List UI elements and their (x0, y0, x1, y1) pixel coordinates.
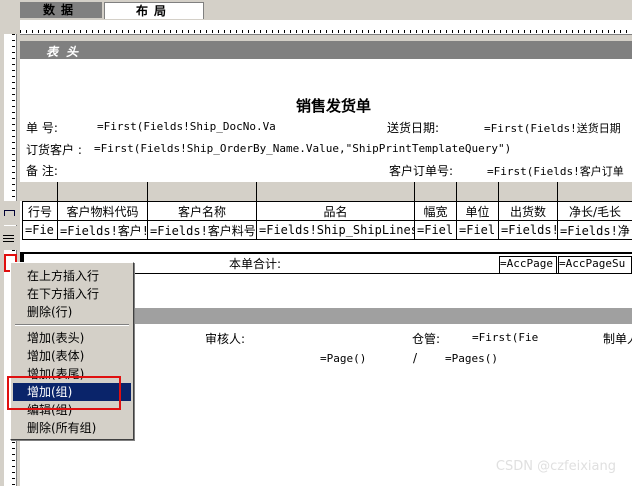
detail-cell[interactable]: =Fields!Ship_ShipLines (256, 220, 415, 240)
detail-cell[interactable]: =Fiel (456, 220, 499, 240)
header-cell[interactable]: 客户名称 (147, 201, 257, 221)
detail-cell[interactable]: =Fields! (498, 220, 558, 240)
customer-field[interactable]: =First(Fields!Ship_OrderBy_Name.Value,"S… (94, 142, 511, 155)
page-number-field[interactable]: =Page() (320, 352, 366, 365)
header-cell[interactable]: 单位 (456, 201, 499, 221)
header-cell[interactable]: 客户物料代码 (57, 201, 148, 221)
ship-date-field[interactable]: =First(Fields!送货日期 (484, 120, 632, 136)
horizontal-ruler (20, 20, 632, 35)
detail-cell[interactable]: =Fiel (414, 220, 457, 240)
menu-item-insert-above[interactable]: 在上方插入行 (13, 267, 131, 285)
menu-separator (15, 324, 129, 326)
maker-label: 制单人 (603, 332, 632, 346)
doc-no-label: 单 号: (26, 121, 58, 135)
customer-label: 订货客户 : (26, 143, 82, 157)
context-menu: 在上方插入行 在下方插入行 删除(行) 增加(表头) 增加(表体) 增加(表尾)… (10, 262, 134, 440)
total-row-top-border (20, 252, 632, 254)
tab-layout[interactable]: 布局 (104, 2, 204, 19)
cust-order-field[interactable]: =First(Fields!客户订单 (487, 163, 632, 179)
table-column-handles[interactable] (20, 182, 632, 201)
reviewer-label: 审核人: (205, 332, 246, 346)
detail-cell[interactable]: =Fields!净 (557, 220, 632, 240)
warehouse-label: 仓管: (412, 332, 441, 346)
row-handle-detail[interactable] (0, 226, 20, 250)
band-footer[interactable] (132, 308, 632, 324)
detail-cell[interactable]: =Fie (22, 220, 58, 240)
band-header[interactable]: 表头 (20, 41, 632, 59)
header-cell[interactable]: 出货数 (498, 201, 558, 221)
doc-no-field[interactable]: =First(Fields!Ship_DocNo.Va (97, 120, 276, 133)
page-slash: / (413, 351, 418, 365)
menu-item-delete-all-groups[interactable]: 删除(所有组) (13, 419, 131, 437)
remark-label: 备 注: (26, 164, 58, 178)
table-header-row: 行号 客户物料代码 客户名称 品名 幅宽 单位 出货数 净长/毛长 (22, 201, 632, 221)
annotation-highlight-box (7, 376, 121, 410)
header-cell[interactable]: 幅宽 (414, 201, 457, 221)
watermark: CSDN @czfeixiang (495, 459, 616, 474)
total-field-2[interactable]: =AccPageSu (558, 256, 632, 274)
detail-cell[interactable]: =Fields!客户料号 (147, 220, 257, 240)
header-cell[interactable]: 品名 (256, 201, 415, 221)
data-table: 行号 客户物料代码 客户名称 品名 幅宽 单位 出货数 净长/毛长 =Fie =… (22, 201, 632, 240)
total-field-1[interactable]: =AccPage (499, 256, 557, 274)
menu-item-delete-row[interactable]: 删除(行) (13, 303, 131, 321)
cust-order-label: 客户订单号: (389, 164, 454, 178)
table-detail-row: =Fie =Fields!客户! =Fields!客户料号 =Fields!Sh… (22, 220, 632, 240)
header-cell[interactable]: 净长/毛长 (557, 201, 632, 221)
tab-data[interactable]: 数据 (20, 2, 102, 18)
menu-item-insert-below[interactable]: 在下方插入行 (13, 285, 131, 303)
ship-date-label: 送货日期: (387, 121, 440, 135)
total-label: 本单合计: (229, 257, 282, 271)
tab-bar: 数据 布局 (0, 0, 632, 20)
row-handle-header[interactable] (0, 201, 20, 225)
warehouse-field[interactable]: =First(Fie (472, 331, 538, 344)
report-title[interactable]: 销售发货单 (296, 95, 371, 116)
menu-item-add-header[interactable]: 增加(表头) (13, 329, 131, 347)
band-header-label: 表头 (46, 45, 87, 59)
total-pages-field[interactable]: =Pages() (445, 352, 498, 365)
header-cell[interactable]: 行号 (22, 201, 58, 221)
detail-cell[interactable]: =Fields!客户! (57, 220, 148, 240)
menu-item-add-body[interactable]: 增加(表体) (13, 347, 131, 365)
